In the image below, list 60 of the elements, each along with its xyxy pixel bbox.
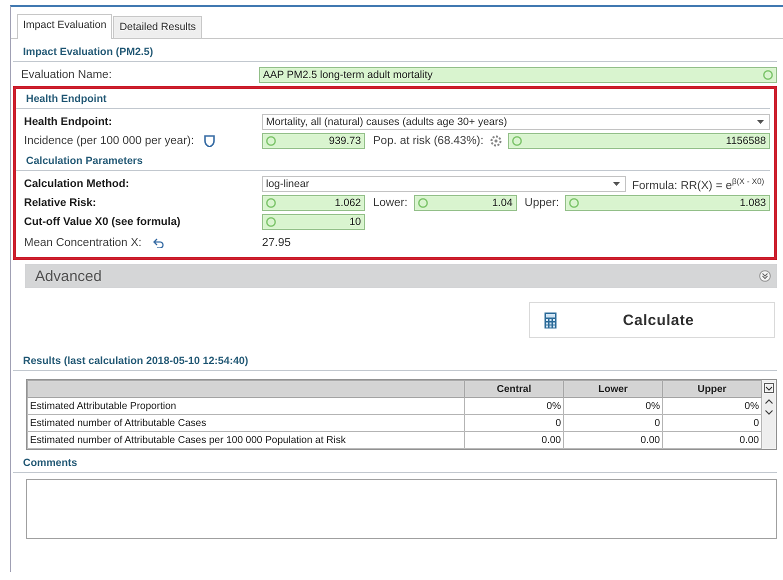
scroll-down-icon — [765, 410, 773, 415]
table-cell: 0 — [464, 414, 564, 432]
table-cell: 0.00 — [464, 432, 564, 448]
input-field[interactable]: 1156588 — [508, 133, 770, 149]
check-icon — [418, 198, 428, 208]
section-heading: Calculation Parameters — [26, 155, 143, 167]
column-header: Lower — [564, 380, 662, 398]
scroll-up-icon — [765, 399, 773, 404]
tab[interactable]: Detailed Results — [113, 16, 202, 38]
table-cell: 0% — [662, 398, 762, 414]
dropdown[interactable]: log-linear — [262, 176, 626, 192]
input-field[interactable]: 1.083 — [565, 195, 770, 211]
input-field[interactable]: 10 — [262, 214, 365, 230]
formula-text: Formula: RR(X) = e$^{β(X - X0)}$ — [631, 176, 764, 192]
field-label: Pop. at risk (68.43%): — [372, 135, 485, 147]
field-label: Mean Concentration X: — [24, 237, 142, 249]
field-label: Health Endpoint: — [24, 116, 113, 128]
column-header: Central — [464, 380, 564, 398]
table-cell: Estimated number of Attributable Cases per 100 000 Population at Risk — [28, 432, 464, 448]
column-header: Upper — [662, 380, 762, 398]
table-cell: 0% — [464, 398, 564, 414]
dropdown[interactable]: Mortality, all (natural) causes (adults age 30+ years) — [262, 114, 770, 130]
dropdown-arrow-icon — [757, 120, 764, 124]
table-cell: 0 — [662, 414, 762, 432]
field-label: Upper: — [524, 197, 560, 209]
check-icon — [569, 198, 580, 208]
dropdown-arrow-icon — [613, 182, 620, 186]
field-label: Calculation Method: — [24, 178, 130, 190]
section-heading: Results (last calculation 2018-05-10 12:54:40) — [23, 355, 248, 367]
check-icon — [512, 136, 522, 146]
section-heading: Health Endpoint — [26, 93, 106, 105]
comments-field[interactable] — [26, 479, 777, 539]
input-field[interactable]: 1.062 — [262, 195, 365, 211]
table-cell: 0% — [564, 398, 662, 414]
check-icon — [763, 70, 773, 80]
section-heading: Comments — [23, 457, 78, 469]
shield-icon — [204, 135, 216, 147]
input-field[interactable]: 1.04 — [414, 195, 517, 211]
field-label: Cut-off Value X0 (see formula) — [24, 216, 182, 228]
calculator-icon — [544, 312, 557, 328]
field-label: Lower: — [372, 197, 409, 209]
tab[interactable]: Impact Evaluation — [17, 14, 112, 39]
calculate-button[interactable]: Calculate — [529, 302, 775, 338]
value-text: 27.95 — [262, 237, 291, 249]
expand-icon — [759, 270, 771, 282]
check-icon — [266, 136, 276, 146]
undo-arrow-icon — [152, 238, 164, 248]
table-cell: Estimated number of Attributable Cases — [28, 414, 464, 432]
field-label: Evaluation Name: — [21, 69, 113, 81]
input-field[interactable]: AAP PM2.5 long-term adult mortality — [259, 67, 777, 83]
table-cell: 0.00 — [564, 432, 662, 448]
input-field[interactable]: 939.73 — [262, 133, 365, 149]
collapsible-header[interactable]: Advanced — [25, 264, 777, 288]
gear-icon — [490, 135, 502, 147]
section-heading: Impact Evaluation (PM2.5) — [23, 46, 154, 58]
table-cell: 0 — [564, 414, 662, 432]
field-label: Incidence (per 100 000 per year): — [24, 135, 194, 147]
table-cell: Estimated Attributable Proportion — [28, 398, 464, 414]
field-label: Relative Risk: — [24, 197, 98, 209]
table-cell: 0.00 — [662, 432, 762, 448]
